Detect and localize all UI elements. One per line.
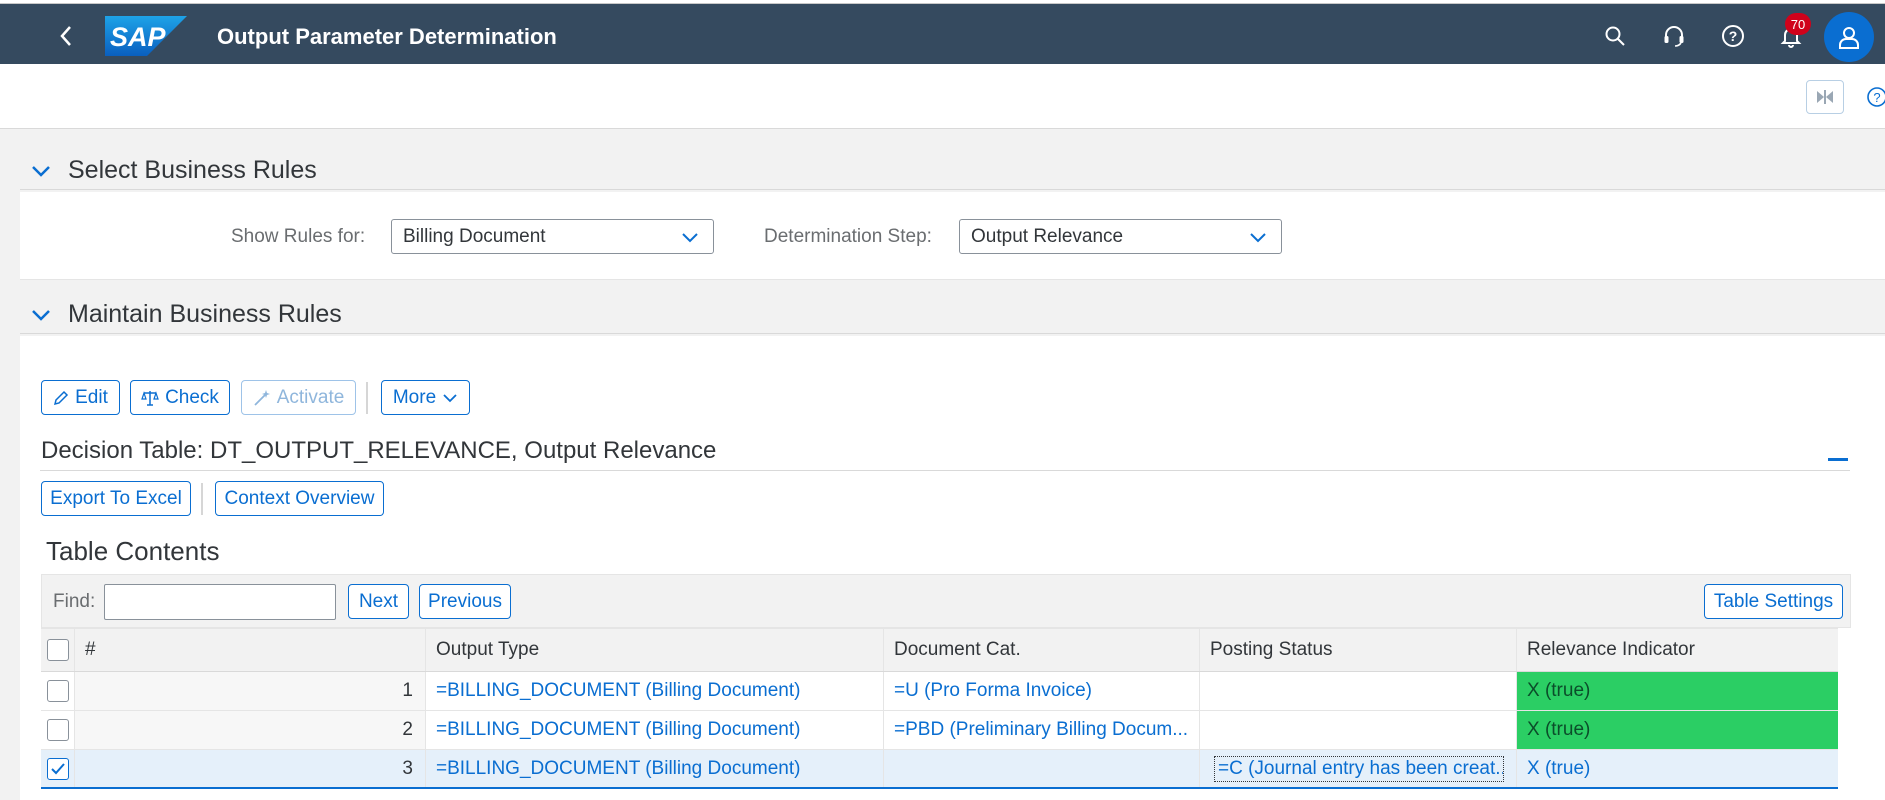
row-number: 2 bbox=[75, 711, 426, 749]
row-checkbox[interactable] bbox=[46, 757, 69, 780]
help-icon: ? bbox=[1722, 25, 1744, 47]
determination-step-value: Output Relevance bbox=[971, 225, 1124, 247]
activate-button[interactable]: Activate bbox=[241, 380, 356, 415]
activate-label: Activate bbox=[276, 386, 345, 408]
notification-badge: 70 bbox=[1785, 13, 1811, 35]
row-select-cell bbox=[41, 711, 75, 749]
chevron-down-icon bbox=[28, 158, 54, 184]
cell-output-type[interactable]: =BILLING_DOCUMENT (Billing Document) bbox=[426, 672, 884, 710]
cell-posting-status[interactable] bbox=[1200, 711, 1517, 749]
table-row[interactable]: 1 =BILLING_DOCUMENT (Billing Document) =… bbox=[41, 672, 1838, 711]
chevron-down-icon bbox=[1250, 233, 1266, 243]
svg-text:?: ? bbox=[1873, 90, 1880, 105]
edit-label: Edit bbox=[75, 386, 108, 408]
chevron-down-icon bbox=[443, 393, 457, 402]
back-button[interactable] bbox=[52, 22, 80, 50]
show-rules-label: Show Rules for: bbox=[231, 226, 366, 247]
user-avatar[interactable] bbox=[1824, 12, 1874, 62]
checkmark-icon bbox=[50, 762, 65, 774]
toolbar-separator bbox=[366, 382, 368, 414]
page-help-icon[interactable]: ? bbox=[1866, 86, 1885, 108]
row-number: 1 bbox=[75, 672, 426, 710]
table-settings-button[interactable]: Table Settings bbox=[1704, 584, 1843, 619]
magic-wand-icon bbox=[254, 389, 270, 406]
page-subheader: ? bbox=[0, 64, 1885, 129]
select-rules-panel: Show Rules for: Billing Document Determi… bbox=[20, 192, 1885, 280]
more-label: More bbox=[392, 386, 437, 408]
collapse-panels-icon bbox=[1817, 90, 1833, 104]
show-rules-select[interactable]: Billing Document bbox=[391, 219, 714, 254]
find-label: Find: bbox=[53, 591, 96, 612]
table-contents-title: Table Contents bbox=[46, 536, 220, 566]
previous-button[interactable]: Previous bbox=[419, 584, 511, 619]
more-button[interactable]: More bbox=[381, 380, 470, 415]
section-maintain-business-rules[interactable]: Maintain Business Rules bbox=[20, 296, 1885, 334]
row-checkbox[interactable] bbox=[46, 719, 69, 741]
support-button[interactable] bbox=[1660, 22, 1688, 50]
decision-table-title: Decision Table: DT_OUTPUT_RELEVANCE, Out… bbox=[41, 437, 717, 464]
headset-icon bbox=[1664, 26, 1684, 47]
find-toolbar: Find: Next Previous Table Settings bbox=[41, 574, 1851, 628]
section-select-business-rules[interactable]: Select Business Rules bbox=[20, 152, 1885, 190]
sap-logo: SAP bbox=[105, 16, 187, 56]
column-header-relevance-indicator[interactable]: Relevance Indicator bbox=[1517, 629, 1838, 671]
toolbar-separator bbox=[201, 483, 203, 515]
collapse-decision-table-button[interactable] bbox=[1824, 448, 1852, 468]
layout-toggle-button[interactable] bbox=[1806, 80, 1844, 114]
determination-step-label: Determination Step: bbox=[764, 226, 932, 247]
context-overview-button[interactable]: Context Overview bbox=[215, 481, 384, 516]
find-input[interactable] bbox=[104, 584, 336, 620]
cell-document-cat[interactable]: =PBD (Preliminary Billing Docum... bbox=[884, 711, 1200, 749]
cell-relevance-indicator[interactable]: X (true) bbox=[1517, 711, 1838, 749]
help-button[interactable]: ? bbox=[1719, 22, 1747, 50]
svg-text:?: ? bbox=[1729, 28, 1738, 44]
column-header-posting-status[interactable]: Posting Status bbox=[1200, 629, 1517, 671]
cell-relevance-indicator[interactable]: X (true) bbox=[1517, 672, 1838, 710]
pencil-icon bbox=[54, 390, 69, 405]
edit-button[interactable]: Edit bbox=[41, 380, 120, 415]
search-icon bbox=[1605, 26, 1625, 46]
cell-output-type[interactable]: =BILLING_DOCUMENT (Billing Document) bbox=[426, 711, 884, 749]
check-button[interactable]: Check bbox=[130, 380, 230, 415]
user-icon bbox=[1839, 27, 1859, 49]
app-title: Output Parameter Determination bbox=[217, 24, 557, 49]
cell-document-cat[interactable]: =U (Pro Forma Invoice) bbox=[884, 672, 1200, 710]
search-button[interactable] bbox=[1601, 22, 1629, 50]
column-header-number[interactable]: # bbox=[75, 629, 426, 671]
chevron-down-icon bbox=[682, 233, 698, 243]
cell-posting-status[interactable]: =C (Journal entry has been creat... bbox=[1200, 750, 1517, 787]
determination-step-select[interactable]: Output Relevance bbox=[959, 219, 1282, 254]
column-header-document-cat[interactable]: Document Cat. bbox=[884, 629, 1200, 671]
sap-logo-text: SAP bbox=[110, 22, 167, 52]
cell-relevance-indicator[interactable]: X (true) bbox=[1517, 750, 1838, 787]
select-all-checkbox[interactable] bbox=[46, 639, 69, 661]
row-select-cell bbox=[41, 750, 75, 787]
export-to-excel-button[interactable]: Export To Excel bbox=[41, 481, 191, 516]
column-header-output-type[interactable]: Output Type bbox=[426, 629, 884, 671]
table-header-row: # Output Type Document Cat. Posting Stat… bbox=[41, 628, 1838, 672]
chevron-down-icon bbox=[28, 302, 54, 328]
next-button[interactable]: Next bbox=[348, 584, 409, 619]
table-row[interactable]: 2 =BILLING_DOCUMENT (Billing Document) =… bbox=[41, 711, 1838, 750]
scale-icon bbox=[141, 390, 159, 406]
check-label: Check bbox=[165, 386, 219, 408]
row-number: 3 bbox=[75, 750, 426, 787]
divider bbox=[40, 470, 1850, 471]
shell-header: SAP Output Parameter Determination ? 70 bbox=[0, 4, 1885, 64]
cell-posting-status[interactable] bbox=[1200, 672, 1517, 710]
section-title: Maintain Business Rules bbox=[68, 300, 342, 328]
cell-focus-value: =C (Journal entry has been creat... bbox=[1214, 755, 1504, 782]
row-select-cell bbox=[41, 672, 75, 710]
section-title: Select Business Rules bbox=[68, 156, 317, 184]
show-rules-value: Billing Document bbox=[403, 225, 546, 247]
cell-document-cat[interactable] bbox=[884, 750, 1200, 787]
select-all-cell bbox=[41, 629, 75, 671]
cell-output-type[interactable]: =BILLING_DOCUMENT (Billing Document) bbox=[426, 750, 884, 787]
row-checkbox[interactable] bbox=[46, 680, 69, 702]
chevron-left-icon bbox=[60, 26, 71, 46]
table-row-selected[interactable]: 3 =BILLING_DOCUMENT (Billing Document) =… bbox=[41, 750, 1838, 789]
